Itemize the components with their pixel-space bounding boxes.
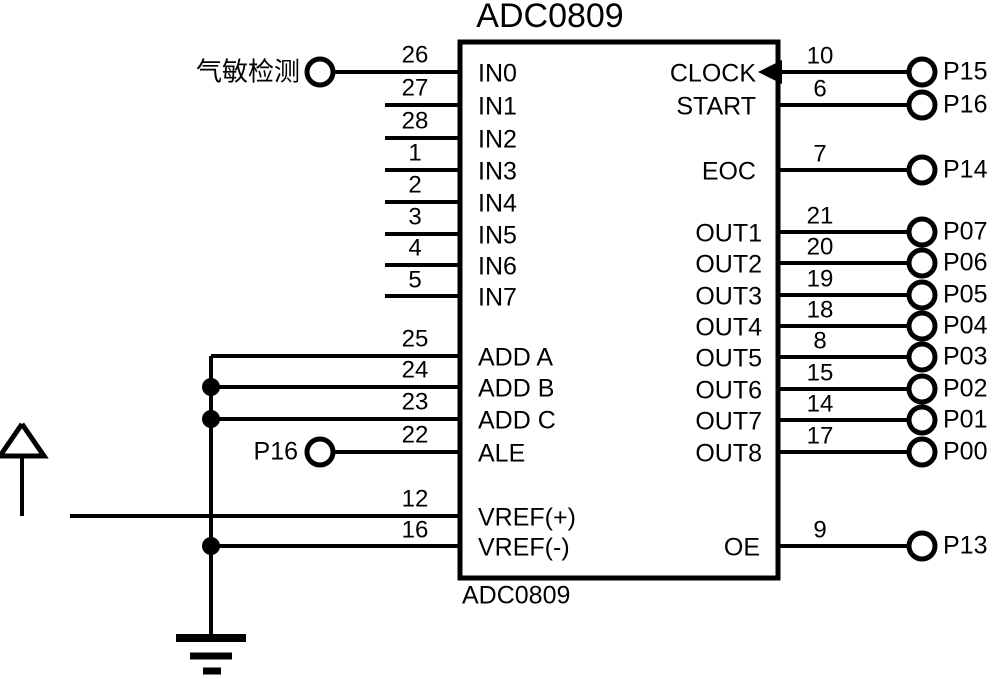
pin-number-out2: 20 [807, 233, 834, 260]
pin-label-out5: OUT5 [695, 345, 762, 373]
pin-label-in2: IN2 [478, 126, 517, 154]
pin-number-add-c: 23 [402, 388, 429, 415]
pin-label-in6: IN6 [478, 253, 517, 281]
pin-label-vref-minus: VREF(-) [478, 534, 570, 562]
net-label-p13: P13 [943, 532, 987, 560]
right-control-pins: 10 6 7 CLOCK START EOC P15 P16 P14 [670, 42, 988, 185]
pin-number-ale: 22 [402, 421, 429, 448]
pin-number-clock: 10 [807, 42, 834, 69]
pin-number-in7: 5 [408, 266, 421, 293]
pin-number-in6: 4 [408, 234, 421, 261]
pin-label-ale: ALE [478, 440, 525, 468]
page-title: ADC0809 [476, 0, 623, 35]
net-label-p15: P15 [943, 58, 987, 86]
pin-label-clock: CLOCK [670, 60, 756, 88]
pin-number-start: 6 [813, 75, 826, 102]
pin-number-vref-minus: 16 [402, 516, 429, 543]
junction-dot-add-c [202, 410, 220, 428]
terminal-circle-p14[interactable] [906, 154, 938, 186]
terminal-circle-p03[interactable] [906, 341, 938, 373]
net-label-p04: P04 [943, 312, 988, 340]
pin-number-out1: 21 [807, 202, 834, 229]
pin-number-out4: 18 [807, 296, 834, 323]
terminal-circle-p16[interactable] [906, 89, 938, 121]
chip-bottom-caption: ADC0809 [462, 582, 570, 610]
terminal-circle-p04[interactable] [906, 310, 938, 342]
pin-number-out5: 8 [813, 327, 826, 354]
terminal-circle-p05[interactable] [906, 279, 938, 311]
pin-label-add-a: ADD A [478, 344, 553, 372]
junction-dot-vref-minus [202, 537, 220, 555]
adc0809-schematic: ADC0809 ADC0809 26 27 28 1 2 3 4 5 IN0 I [0, 0, 988, 675]
pin-label-in1: IN1 [478, 93, 517, 121]
pin-label-in3: IN3 [478, 158, 517, 186]
terminal-circle-p15[interactable] [906, 56, 938, 88]
net-label-p16: P16 [943, 91, 987, 119]
net-label-p02: P02 [943, 375, 987, 403]
terminal-circle-p02[interactable] [906, 373, 938, 405]
pin-number-in0: 26 [402, 41, 429, 68]
right-output-pins: 21 20 19 18 8 15 14 17 OUT1 OUT2 OUT3 OU… [695, 202, 987, 467]
terminal-circle-p07[interactable] [906, 216, 938, 248]
net-label-p14: P14 [943, 156, 988, 184]
pin-number-out3: 19 [807, 265, 834, 292]
net-label-p06: P06 [943, 249, 987, 277]
schematic-canvas: ADC0809 ADC0809 26 27 28 1 2 3 4 5 IN0 I [0, 0, 1000, 679]
junction-dot-add-b [202, 378, 220, 396]
terminal-circle-p13[interactable] [906, 530, 938, 562]
net-label-p00: P00 [943, 438, 987, 466]
pin-number-out6: 15 [807, 359, 834, 386]
sensor-net-label: 气敏检测 [196, 58, 300, 88]
terminal-circle-p06[interactable] [906, 247, 938, 279]
pin-label-vref-plus: VREF(+) [478, 504, 576, 532]
pin-number-add-b: 24 [402, 356, 429, 383]
pin-label-oe: OE [724, 534, 760, 562]
pin-number-in3: 1 [408, 139, 421, 166]
pin-number-add-a: 25 [402, 325, 429, 352]
pin-number-in2: 28 [402, 107, 429, 134]
vcc-arrow-triangle [0, 422, 49, 459]
pin-label-in4: IN4 [478, 190, 517, 218]
pin-label-out8: OUT8 [695, 440, 762, 468]
vcc-supply-arrow [0, 422, 49, 516]
terminal-circle-p01[interactable] [906, 404, 938, 436]
sensor-terminal-group[interactable]: 气敏检测 [196, 56, 336, 88]
sensor-terminal-circle[interactable] [304, 56, 336, 88]
pin-label-in0: IN0 [478, 60, 517, 88]
net-label-p05: P05 [943, 281, 987, 309]
pin-label-out3: OUT3 [695, 283, 762, 311]
pin-number-in1: 27 [402, 74, 429, 101]
pin-label-out1: OUT1 [695, 220, 762, 248]
pin-label-out4: OUT4 [695, 314, 762, 342]
terminal-circle-p00[interactable] [906, 436, 938, 468]
ale-terminal-circle[interactable] [304, 436, 336, 468]
pin-label-out6: OUT6 [695, 377, 762, 405]
ale-source-net-label: P16 [254, 438, 298, 466]
left-input-pins: 26 27 28 1 2 3 4 5 IN0 IN1 IN2 IN3 IN4 I… [332, 41, 517, 312]
pin-number-in4: 2 [408, 171, 421, 198]
pin-number-in5: 3 [408, 203, 421, 230]
pin-label-in5: IN5 [478, 222, 517, 250]
pin-number-oe: 9 [813, 516, 826, 543]
pin-number-out7: 14 [807, 390, 834, 417]
pin-label-in7: IN7 [478, 284, 517, 312]
ground-bus-wire [202, 356, 220, 638]
pin-label-add-b: ADD B [478, 375, 554, 403]
net-label-p07: P07 [943, 218, 987, 246]
pin-label-eoc: EOC [702, 158, 756, 186]
pin-number-eoc: 7 [813, 140, 826, 167]
pin-label-add-c: ADD C [478, 407, 556, 435]
pin-label-out7: OUT7 [695, 408, 762, 436]
net-label-p01: P01 [943, 406, 987, 434]
pin-label-start: START [676, 93, 756, 121]
pin-number-out8: 17 [807, 422, 834, 449]
net-label-p03: P03 [943, 343, 987, 371]
ground-symbol [176, 634, 246, 675]
pin-number-vref-plus: 12 [402, 485, 429, 512]
ale-source-terminal-group[interactable]: P16 [254, 436, 336, 468]
pin-label-out2: OUT2 [695, 251, 762, 279]
